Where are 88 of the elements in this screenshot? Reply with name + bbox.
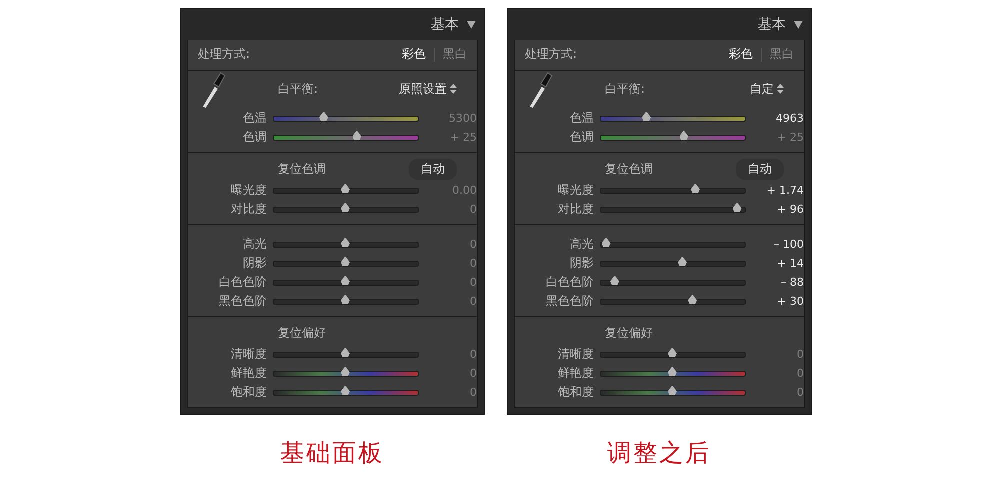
slider-thumb[interactable] xyxy=(642,112,652,122)
slider-thumb[interactable] xyxy=(319,112,328,122)
slider-thumb[interactable] xyxy=(341,294,350,304)
slider-label: 白色色阶 xyxy=(545,274,594,291)
slider-label: 对比度 xyxy=(230,201,267,218)
slider-label: 色调 xyxy=(569,129,594,146)
wb-label: 白平衡: xyxy=(278,80,318,98)
slider-label: 阴影 xyxy=(569,255,594,272)
slider-thumb[interactable] xyxy=(668,366,677,376)
panel-title: 基本 xyxy=(431,16,459,34)
slider-value: + 96 xyxy=(776,203,804,216)
slider-label: 白色色阶 xyxy=(218,274,267,291)
slider-thumb[interactable] xyxy=(688,294,698,304)
slider-value: 0 xyxy=(469,203,477,216)
slider-label: 黑色色阶 xyxy=(218,293,267,310)
wb-preset-dropdown[interactable]: 原照设置 xyxy=(399,80,457,98)
slider-thumb[interactable] xyxy=(341,202,350,212)
slider-label: 色温 xyxy=(242,110,267,127)
slider-label: 清晰度 xyxy=(557,346,594,363)
slider-value: 0.00 xyxy=(452,184,477,197)
slider-thumb[interactable] xyxy=(341,184,350,194)
reset-section-title[interactable]: 复位偏好 xyxy=(278,324,326,342)
slider-label: 黑色色阶 xyxy=(545,293,594,310)
slider-thumb[interactable] xyxy=(352,130,362,140)
slider-value: + 25 xyxy=(776,131,804,144)
slider-label: 曝光度 xyxy=(557,182,594,199)
slider-value: 0 xyxy=(469,238,477,251)
slider-thumb[interactable] xyxy=(341,386,350,396)
auto-button[interactable]: 自动 xyxy=(736,158,784,180)
wb-label: 白平衡: xyxy=(605,80,646,98)
slider-label: 色温 xyxy=(569,110,594,127)
treatment-label: 处理方式: xyxy=(525,46,578,63)
reset-section-title[interactable]: 复位色调 xyxy=(278,160,326,178)
slider-thumb[interactable] xyxy=(341,276,350,286)
reset-section-title[interactable]: 复位色调 xyxy=(605,160,653,178)
slider-label: 色调 xyxy=(242,129,267,146)
slider-value: + 14 xyxy=(776,257,804,270)
slider-label: 阴影 xyxy=(242,255,267,272)
slider-value: 0 xyxy=(469,367,477,380)
collapse-triangle-icon[interactable] xyxy=(794,20,803,28)
slider-label: 鲜艳度 xyxy=(557,365,594,382)
slider-value: 4963 xyxy=(775,112,804,125)
slider-value: 0 xyxy=(469,276,477,289)
slider-label: 对比度 xyxy=(557,201,594,218)
slider-label: 曝光度 xyxy=(230,182,267,199)
slider-value: 0 xyxy=(796,386,804,399)
caption: 调整之后 xyxy=(608,438,712,469)
slider-value: + 30 xyxy=(776,295,804,308)
treatment-option[interactable]: 彩色 xyxy=(402,46,426,63)
slider-thumb[interactable] xyxy=(691,184,700,194)
slider-thumb[interactable] xyxy=(341,366,350,376)
stepper-arrows-icon xyxy=(777,84,784,94)
slider-value: – 100 xyxy=(773,238,804,251)
slider-thumb[interactable] xyxy=(678,256,688,266)
slider-label: 鲜艳度 xyxy=(230,365,267,382)
reset-section-title[interactable]: 复位偏好 xyxy=(605,324,653,342)
auto-button[interactable]: 自动 xyxy=(409,158,457,180)
slider-thumb[interactable] xyxy=(341,256,350,266)
slider-label: 饱和度 xyxy=(557,384,594,401)
slider-label: 高光 xyxy=(242,236,267,253)
slider-value: 0 xyxy=(469,257,477,270)
slider-value: + 25 xyxy=(449,131,477,144)
slider-thumb[interactable] xyxy=(668,386,677,396)
slider-value: 0 xyxy=(469,348,477,361)
slider-label: 清晰度 xyxy=(230,346,267,363)
collapse-triangle-icon[interactable] xyxy=(467,20,476,28)
slider-thumb[interactable] xyxy=(610,276,620,286)
stepper-arrows-icon xyxy=(450,84,457,94)
slider-label: 饱和度 xyxy=(230,384,267,401)
slider-thumb[interactable] xyxy=(602,238,611,248)
wb-preset-dropdown[interactable]: 自定 xyxy=(750,80,784,98)
slider-value: 0 xyxy=(796,367,804,380)
slider-value: 0 xyxy=(796,348,804,361)
slider-thumb[interactable] xyxy=(341,238,350,248)
slider-thumb[interactable] xyxy=(668,348,677,358)
slider-value: + 1.74 xyxy=(766,184,804,197)
caption: 基础面板 xyxy=(280,438,384,469)
panel-title: 基本 xyxy=(758,16,786,34)
slider-thumb[interactable] xyxy=(341,348,350,358)
slider-value: 0 xyxy=(469,386,477,399)
slider-value: – 88 xyxy=(780,276,804,289)
slider-thumb[interactable] xyxy=(680,130,689,140)
slider-value: 5300 xyxy=(448,112,477,125)
slider-value: 0 xyxy=(469,295,477,308)
treatment-label: 处理方式: xyxy=(198,46,250,63)
slider-label: 高光 xyxy=(569,236,594,253)
slider-thumb[interactable] xyxy=(732,202,742,212)
treatment-option[interactable]: 彩色 xyxy=(729,46,753,63)
